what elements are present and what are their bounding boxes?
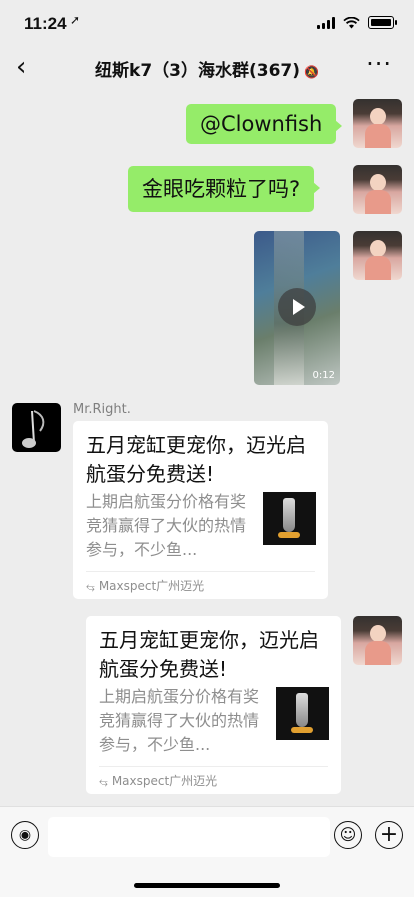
self-avatar[interactable] xyxy=(353,231,402,280)
sender-name: Mr.Right. xyxy=(73,402,131,417)
message-input[interactable] xyxy=(48,817,330,857)
article-card[interactable]: 五月宠缸更宠你，迈光启航蛋分免费送! 上期启航蛋分价格有奖竞猜赢得了大伙的热情参… xyxy=(86,616,341,794)
chat-header: ‹ 纽斯k7（3）海水群(367) 🔕 ··· xyxy=(0,46,414,90)
outgoing-text-bubble[interactable]: @Clownfish xyxy=(186,104,343,144)
sender-avatar[interactable] xyxy=(12,403,61,452)
card-source: ⥃ Maxspect广州迈光 xyxy=(86,577,204,594)
mini-program-icon: ⥃ xyxy=(99,775,108,788)
status-bar: 11:24 ➚ xyxy=(0,0,414,46)
message-text: @Clownfish xyxy=(200,112,323,136)
card-source-name: Maxspect广州迈光 xyxy=(98,579,205,593)
card-thumbnail xyxy=(263,492,316,545)
more-options-icon[interactable]: ··· xyxy=(366,50,392,78)
mute-bell-icon: 🔕 xyxy=(304,65,319,79)
self-avatar[interactable] xyxy=(353,616,402,665)
card-thumbnail xyxy=(276,687,329,740)
divider xyxy=(86,571,315,572)
status-time: 11:24 xyxy=(24,14,67,33)
status-indicators xyxy=(317,16,397,29)
card-title: 五月宠缸更宠你，迈光启航蛋分免费送! xyxy=(99,628,319,681)
home-indicator xyxy=(134,883,280,888)
card-description: 上期启航蛋分价格有奖竞猜赢得了大伙的热情参与，不少鱼... xyxy=(99,687,259,754)
self-avatar[interactable] xyxy=(353,99,402,148)
battery-icon xyxy=(368,16,397,29)
card-title: 五月宠缸更宠你，迈光启航蛋分免费送! xyxy=(86,433,306,486)
mini-program-icon: ⥃ xyxy=(86,580,95,593)
play-icon[interactable] xyxy=(278,288,316,326)
card-source-name: Maxspect广州迈光 xyxy=(111,774,218,788)
group-name: 纽斯k7（3）海水群(367) xyxy=(95,61,301,81)
self-avatar[interactable] xyxy=(353,165,402,214)
card-description: 上期启航蛋分价格有奖竞猜赢得了大伙的热情参与，不少鱼... xyxy=(86,492,246,559)
voice-input-icon[interactable]: ◉ xyxy=(11,821,39,849)
card-source: ⥃ Maxspect广州迈光 xyxy=(99,772,217,789)
video-duration: 0:12 xyxy=(312,370,335,381)
article-card[interactable]: 五月宠缸更宠你，迈光启航蛋分免费送! 上期启航蛋分价格有奖竞猜赢得了大伙的热情参… xyxy=(73,421,328,599)
wifi-icon xyxy=(343,16,360,28)
video-message[interactable]: 0:12 xyxy=(254,231,340,385)
outgoing-text-bubble[interactable]: 金眼吃颗粒了吗? xyxy=(128,166,321,212)
emoji-icon[interactable]: ☺ xyxy=(334,821,362,849)
location-arrow-icon: ➚ xyxy=(70,13,81,27)
input-bar: ◉ ☺ + xyxy=(0,806,414,897)
divider xyxy=(99,766,328,767)
chat-title: 纽斯k7（3）海水群(367) 🔕 xyxy=(0,56,414,81)
message-text: 金眼吃颗粒了吗? xyxy=(142,177,301,201)
signal-icon xyxy=(317,16,335,29)
plus-icon[interactable]: + xyxy=(375,821,403,849)
